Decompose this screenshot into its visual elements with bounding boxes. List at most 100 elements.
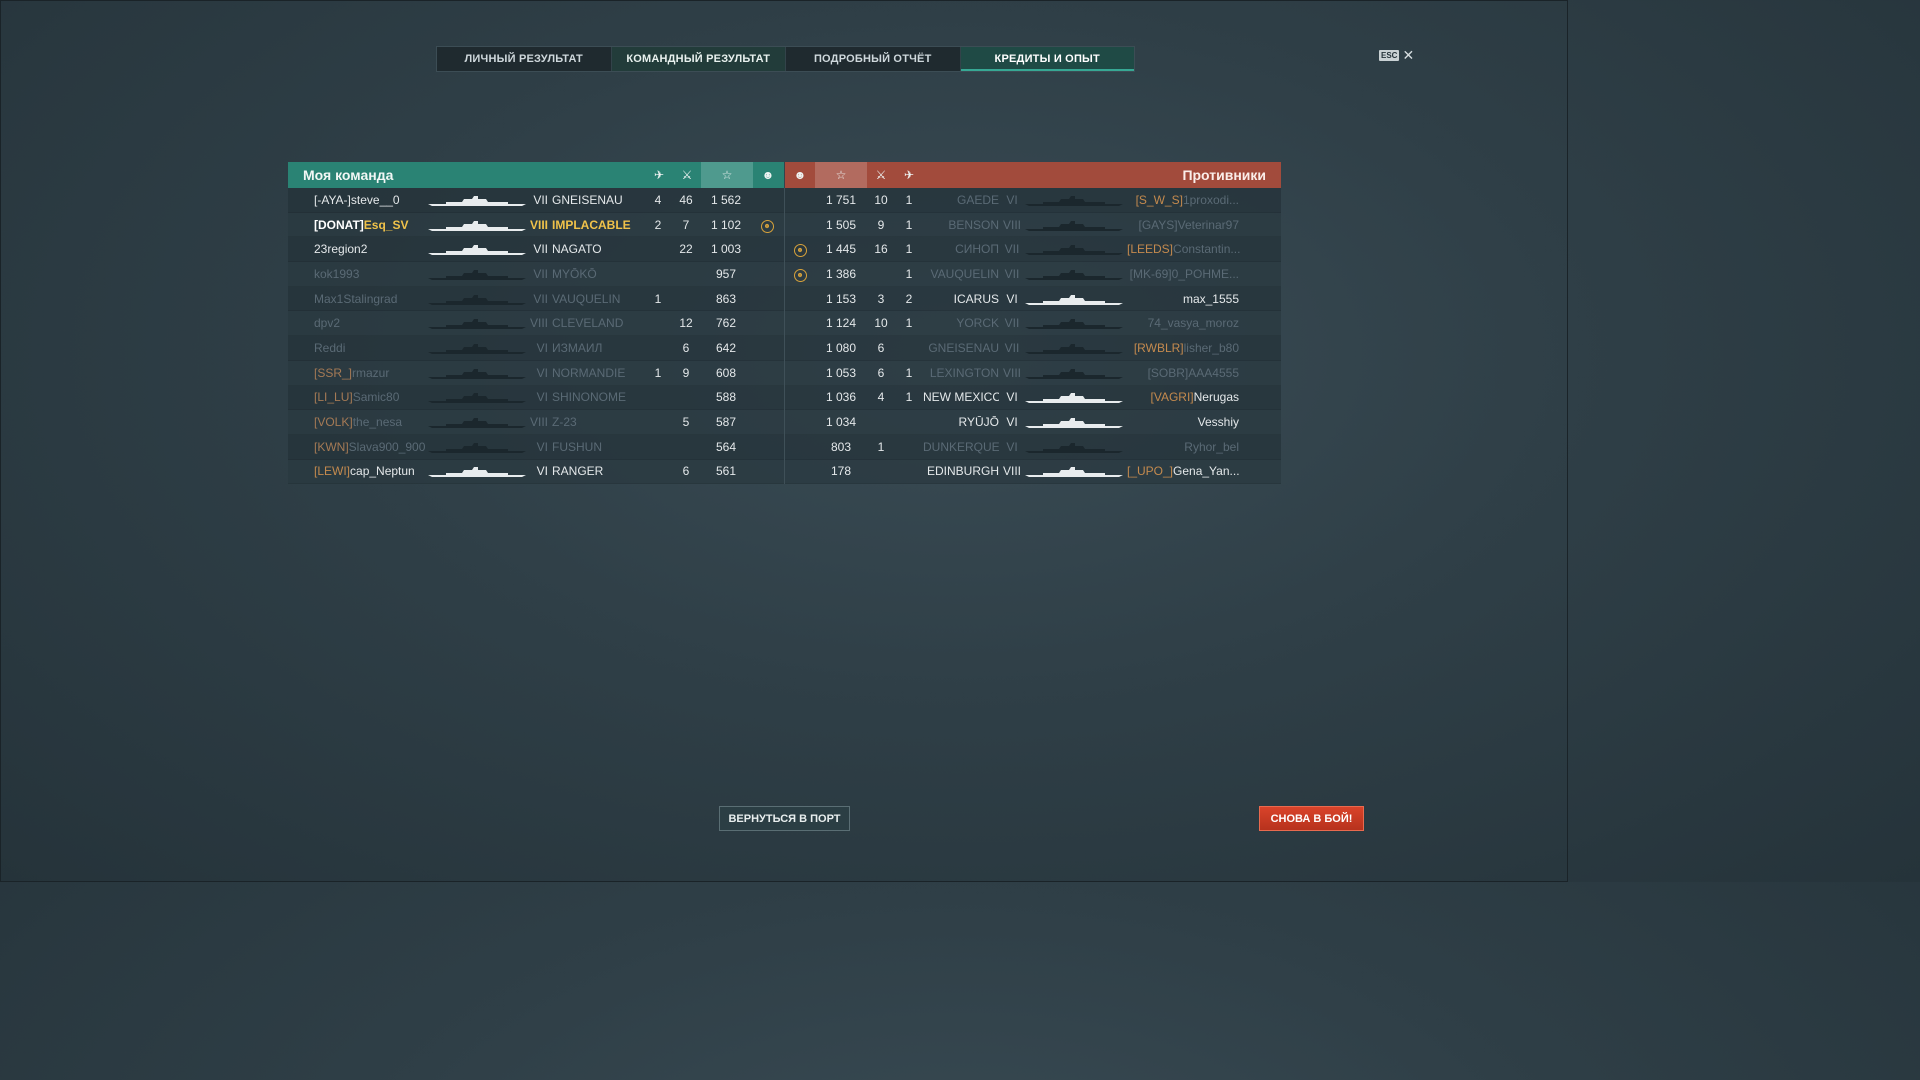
player-name: Veterinar97 — [1177, 217, 1239, 232]
ship-name: NEW MEXICO — [923, 390, 999, 405]
player-row[interactable]: [SSR_]rmazur VI NORMANDIE 1 9 608 — [288, 360, 784, 386]
ship-tier: VI — [1006, 390, 1018, 405]
clan-tag: [-AYA-] — [314, 192, 351, 207]
ship-silhouette-icon — [428, 245, 526, 256]
base-xp-value: 1 751 — [825, 192, 857, 207]
player-row[interactable]: 1 153 3 2 ICARUS VI max_1555 — [785, 286, 1281, 312]
ship-silhouette-icon — [1025, 195, 1123, 206]
player-name-cell: [SOBR]AAA4555 — [1123, 366, 1261, 380]
base-xp-value: 588 — [715, 390, 737, 405]
ship-silhouette — [428, 342, 526, 354]
clan-tag: [KWN] — [314, 439, 349, 454]
ship-silhouette-icon — [428, 220, 526, 231]
ships-destroyed-value: 9 — [682, 365, 690, 380]
ship-silhouette-icon — [1025, 467, 1123, 478]
ships-destroyed-value: 3 — [877, 291, 885, 306]
player-name: kok1993 — [314, 266, 360, 281]
player-row[interactable]: kok1993 VII MYŌKŌ 957 — [288, 262, 784, 287]
ship-silhouette-icon — [428, 195, 526, 206]
player-row[interactable]: [VOLK]the_nesa VIII Z-23 5 587 — [288, 410, 784, 435]
player-row[interactable]: [LI_LU]Samic80 VI SHINONOME 588 — [288, 385, 784, 411]
ship-silhouette — [428, 441, 526, 453]
player-row[interactable]: 178 EDINBURGH VIII [_UPO_]Gena_Yan... — [785, 459, 1281, 485]
ship-silhouette-icon — [428, 343, 526, 354]
planes-destroyed-value: 1 — [905, 316, 913, 331]
player-row[interactable]: [KWN]Slava900_900 VI FUSHUN 564 — [288, 434, 784, 460]
player-name-cell: [LEEDS]Constantin... — [1123, 242, 1261, 256]
ship-silhouette-icon — [428, 368, 526, 379]
player-row[interactable]: Reddi VI ИЗМАИЛ 6 642 — [288, 336, 784, 361]
planes-destroyed-value: 1 — [905, 365, 913, 380]
player-name-cell: [GAYS]Veterinar97 — [1123, 218, 1261, 232]
ships-destroyed-icon: ⚔ — [681, 168, 693, 182]
player-row[interactable]: 1 080 6 GNEISENAU VII [RWBLR]lisher_b80 — [785, 336, 1281, 361]
clan-tag: [S_W_S] — [1135, 192, 1183, 207]
ship-tier: VIII — [1002, 217, 1021, 232]
player-row[interactable]: 1 034 RYŪJŌ VI Vesshiy — [785, 410, 1281, 435]
clan-tag: [LI_LU] — [314, 390, 353, 405]
ship-name: RYŪJŌ — [958, 415, 999, 430]
ship-name: CLEVELAND — [552, 316, 624, 331]
ship-silhouette — [1025, 293, 1123, 305]
clan-tag: [SSR_] — [314, 365, 353, 380]
player-row[interactable]: 1 751 10 1 GAEDE VI [S_W_S]1proxodi... — [785, 188, 1281, 213]
base-xp-value: 642 — [715, 340, 737, 355]
medal-cell: ☻ — [785, 266, 815, 282]
ship-tier: VII — [533, 242, 548, 257]
planes-destroyed-value: 1 — [905, 192, 913, 207]
planes-destroyed-value: 2 — [905, 291, 913, 306]
player-row[interactable]: Max1Stalingrad VII VAUQUELIN 1 863 — [288, 286, 784, 312]
ship-name: GNEISENAU — [552, 192, 623, 207]
player-name: max_1555 — [1182, 291, 1239, 306]
ship-silhouette-icon — [1025, 418, 1123, 429]
ship-silhouette-icon — [1025, 442, 1123, 453]
result-tabs: ЛИЧНЫЙ РЕЗУЛЬТАТ КОМАНДНЫЙ РЕЗУЛЬТАТ ПОД… — [436, 46, 1135, 72]
player-name-cell: dpv2 — [288, 316, 428, 330]
ship-silhouette — [1025, 317, 1123, 330]
ship-name: BENSON — [948, 217, 999, 232]
ships-destroyed-value: 10 — [874, 316, 888, 331]
player-row[interactable]: dpv2 VIII CLEVELAND 12 762 — [288, 311, 784, 337]
player-row[interactable]: ☻ 1 445 16 1 СИНОП VII [LEEDS]Constantin... — [785, 237, 1281, 263]
medal-icon: ☻ — [760, 219, 774, 233]
player-row[interactable]: ☻ 1 386 1 VAUQUELIN VII [MK-69]0_POHME... — [785, 262, 1281, 287]
ship-silhouette-icon — [1025, 393, 1123, 404]
tab-credits-and-xp[interactable]: КРЕДИТЫ И ОПЫТ — [960, 47, 1134, 71]
planes-destroyed-value: 1 — [905, 242, 913, 257]
ships-destroyed-value: 12 — [679, 316, 693, 331]
ship-silhouette-icon — [428, 467, 526, 478]
ship-silhouette — [428, 391, 526, 404]
battle-again-button[interactable]: СНОВА В БОЙ! — [1259, 806, 1364, 831]
close-button[interactable]: ESC ✕ — [1379, 48, 1414, 62]
tab-team-result[interactable]: КОМАНДНЫЙ РЕЗУЛЬТАТ — [611, 47, 786, 71]
ships-destroyed-value: 6 — [682, 340, 690, 355]
player-name: Slava900_900 — [348, 439, 426, 454]
ship-silhouette — [1025, 342, 1123, 354]
player-name: steve__0 — [350, 192, 400, 207]
ship-silhouette-icon — [428, 393, 526, 404]
ship-tier: VIII — [1002, 365, 1021, 380]
player-row[interactable]: 1 505 9 1 BENSON VIII [GAYS]Veterinar97 — [785, 212, 1281, 238]
player-row[interactable]: 1 036 4 1 NEW MEXICO VI [VAGRI]Nerugas — [785, 385, 1281, 411]
player-row[interactable]: [DONAT]Esq_SV VIII IMPLACABLE 2 7 1 102 ☻ — [288, 212, 784, 238]
ship-name: ICARUS — [953, 291, 999, 306]
clan-tag: [VOLK] — [314, 415, 353, 430]
player-row[interactable]: 803 1 DUNKERQUE VI Ryhor_bel — [785, 434, 1281, 460]
player-row[interactable]: [LEWI]cap_Neptun VI RANGER 6 561 — [288, 459, 784, 485]
player-name: dpv2 — [314, 316, 341, 331]
player-row[interactable]: 23region2 VII NAGATO 22 1 003 — [288, 237, 784, 263]
player-row[interactable]: 1 124 10 1 YORCK VII 74_vasya_moroz — [785, 311, 1281, 337]
base-xp-star-icon[interactable]: ☆ — [815, 162, 867, 188]
tab-personal-result[interactable]: ЛИЧНЫЙ РЕЗУЛЬТАТ — [437, 47, 612, 71]
ship-name: MYŌKŌ — [552, 266, 597, 281]
player-name-cell: [VAGRI]Nerugas — [1123, 390, 1261, 404]
base-xp-star-icon[interactable]: ☆ — [701, 162, 753, 188]
return-to-port-button[interactable]: ВЕРНУТЬСЯ В ПОРТ — [719, 806, 850, 831]
player-row[interactable]: [-AYA-]steve__0 VII GNEISENAU 4 46 1 562 — [288, 188, 784, 213]
enemy-team-title: Противники — [1182, 167, 1266, 183]
player-row[interactable]: 1 053 6 1 LEXINGTON VIII [SOBR]AAA4555 — [785, 360, 1281, 386]
tab-detailed-report[interactable]: ПОДРОБНЫЙ ОТЧЁТ — [786, 47, 961, 71]
base-xp-value: 1 034 — [825, 415, 857, 430]
ship-silhouette-icon — [1025, 319, 1123, 330]
ship-silhouette — [1025, 219, 1123, 231]
